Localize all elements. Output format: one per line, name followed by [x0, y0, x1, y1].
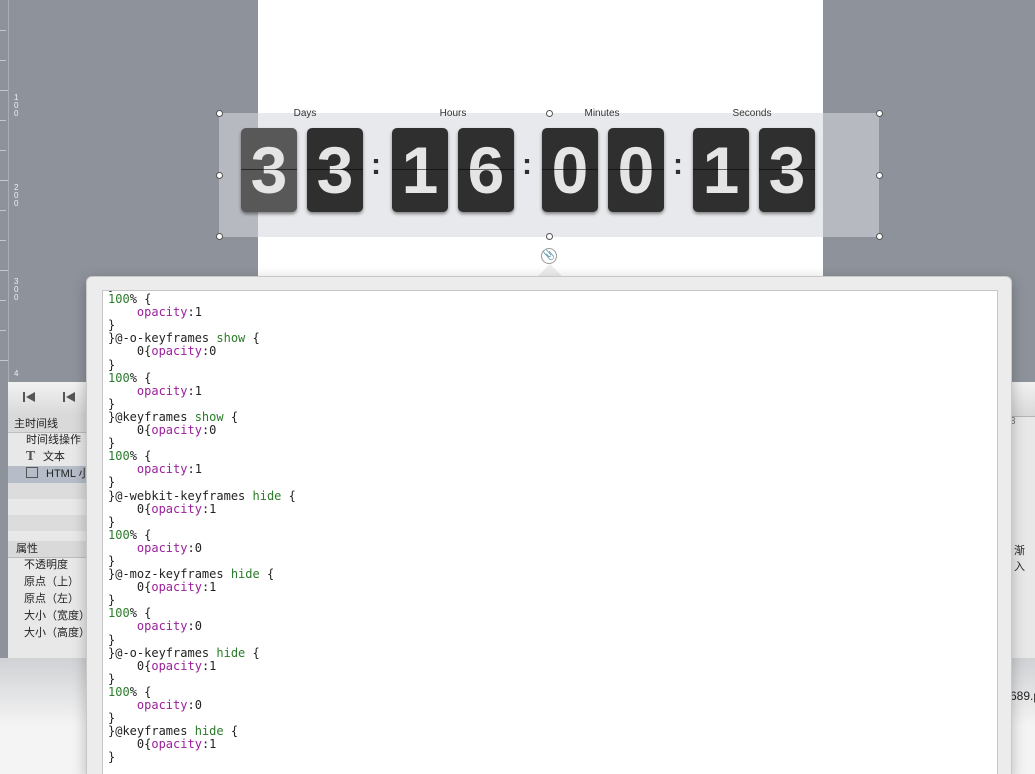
code-line[interactable]: 100% { [108, 685, 997, 699]
ease-in-label: 渐入 [1014, 545, 1025, 573]
resize-handle-left[interactable] [216, 172, 223, 179]
code-line[interactable]: }@keyframes show { [108, 410, 997, 424]
code-line[interactable]: opacity:1 [108, 463, 997, 476]
code-line[interactable]: } [108, 437, 997, 450]
code-line[interactable]: 100% { [108, 450, 997, 463]
properties-header: 属性 [8, 541, 94, 558]
separator: : [522, 148, 532, 181]
code-line[interactable]: 100% { [108, 607, 997, 620]
code-line[interactable]: } [108, 358, 997, 372]
digit-card-seconds-ones: 3 [759, 128, 815, 212]
code-line[interactable]: opacity:0 [108, 541, 997, 555]
code-line[interactable]: } [108, 515, 997, 529]
resize-handle-top-right[interactable] [876, 110, 883, 117]
resize-handle-bottom[interactable] [546, 233, 553, 240]
label-days: Days [293, 108, 317, 119]
canvas: 100 200 300 4 Days Hours Minutes Seconds… [0, 0, 1035, 774]
resize-handle-bottom-right[interactable] [876, 233, 883, 240]
code-line[interactable]: 100% { [108, 293, 997, 306]
code-line[interactable]: 100% { [108, 528, 997, 542]
code-line[interactable]: opacity:0 [108, 620, 997, 633]
digit-card-minutes-ones: 0 [608, 128, 664, 212]
timeline-row-html-label: HTML 小 [46, 468, 90, 480]
code-line[interactable]: opacity:1 [108, 384, 997, 398]
code-line[interactable]: } [108, 672, 997, 686]
digit-card-minutes-tens: 0 [542, 128, 598, 212]
main-timeline-header[interactable]: 主时间线 [8, 416, 92, 433]
code-line[interactable]: 0{opacity:0 [108, 345, 997, 358]
ruler-mark-200: 200 [14, 183, 19, 208]
digit-card-seconds-tens: 1 [693, 128, 749, 212]
code-line[interactable]: 0{opacity:1 [108, 581, 997, 594]
timeline-row-text-label: 文本 [42, 451, 65, 463]
code-line[interactable]: }@-webkit-keyframes hide { [108, 489, 997, 503]
digit-card-days-tens: 3 [241, 128, 297, 212]
digit-card-days-ones: 3 [307, 128, 363, 212]
code-line[interactable]: opacity:1 [108, 306, 997, 319]
vertical-ruler [0, 0, 9, 382]
code-line[interactable]: }@keyframes hide { [108, 725, 997, 738]
ruler-mark-300: 300 [14, 277, 19, 302]
code-line[interactable]: 0{opacity:1 [108, 659, 997, 673]
code-line[interactable]: } [108, 712, 997, 725]
code-line[interactable]: } [108, 751, 997, 764]
code-line[interactable]: } [108, 397, 997, 411]
paperclip-icon[interactable]: 📎 [541, 248, 557, 264]
html-edit-popover: }100% { opacity:1}}@-o-keyframes show { … [86, 276, 1012, 774]
code-line[interactable]: 0{opacity:1 [108, 738, 997, 751]
digit-card-hours-ones: 6 [458, 128, 514, 212]
code-editor[interactable]: }100% { opacity:1}}@-o-keyframes show { … [102, 290, 998, 774]
code-line[interactable]: 100% { [108, 371, 997, 385]
text-type-icon: T [26, 449, 35, 463]
separator: : [371, 148, 381, 181]
resize-handle-top[interactable] [546, 110, 553, 117]
code-content[interactable]: }100% { opacity:1}}@-o-keyframes show { … [103, 291, 997, 764]
code-line[interactable]: 0{opacity:0 [108, 423, 997, 437]
step-back-icon[interactable] [62, 390, 76, 408]
separator: : [673, 148, 683, 181]
code-line[interactable]: } [108, 594, 997, 607]
skip-to-start-icon[interactable] [22, 390, 36, 408]
resize-handle-right[interactable] [876, 172, 883, 179]
label-seconds: Seconds [732, 108, 772, 119]
ruler-mark-100: 100 [14, 93, 19, 118]
resize-handle-top-left[interactable] [216, 110, 223, 117]
ruler-mark-400: 4 [14, 369, 19, 378]
label-hours: Hours [439, 108, 467, 119]
resize-handle-bottom-left[interactable] [216, 233, 223, 240]
digit-card-hours-tens: 1 [392, 128, 448, 212]
html-widget-icon [26, 467, 38, 478]
code-line[interactable]: opacity:0 [108, 698, 997, 712]
code-line[interactable]: }@-o-keyframes show { [108, 332, 997, 345]
code-line[interactable]: }@-o-keyframes hide { [108, 646, 997, 660]
code-line[interactable]: 0{opacity:1 [108, 502, 997, 516]
label-minutes: Minutes [584, 108, 620, 119]
file-name-fragment: 689.p [1010, 689, 1035, 703]
code-line[interactable]: }@-moz-keyframes hide { [108, 568, 997, 581]
